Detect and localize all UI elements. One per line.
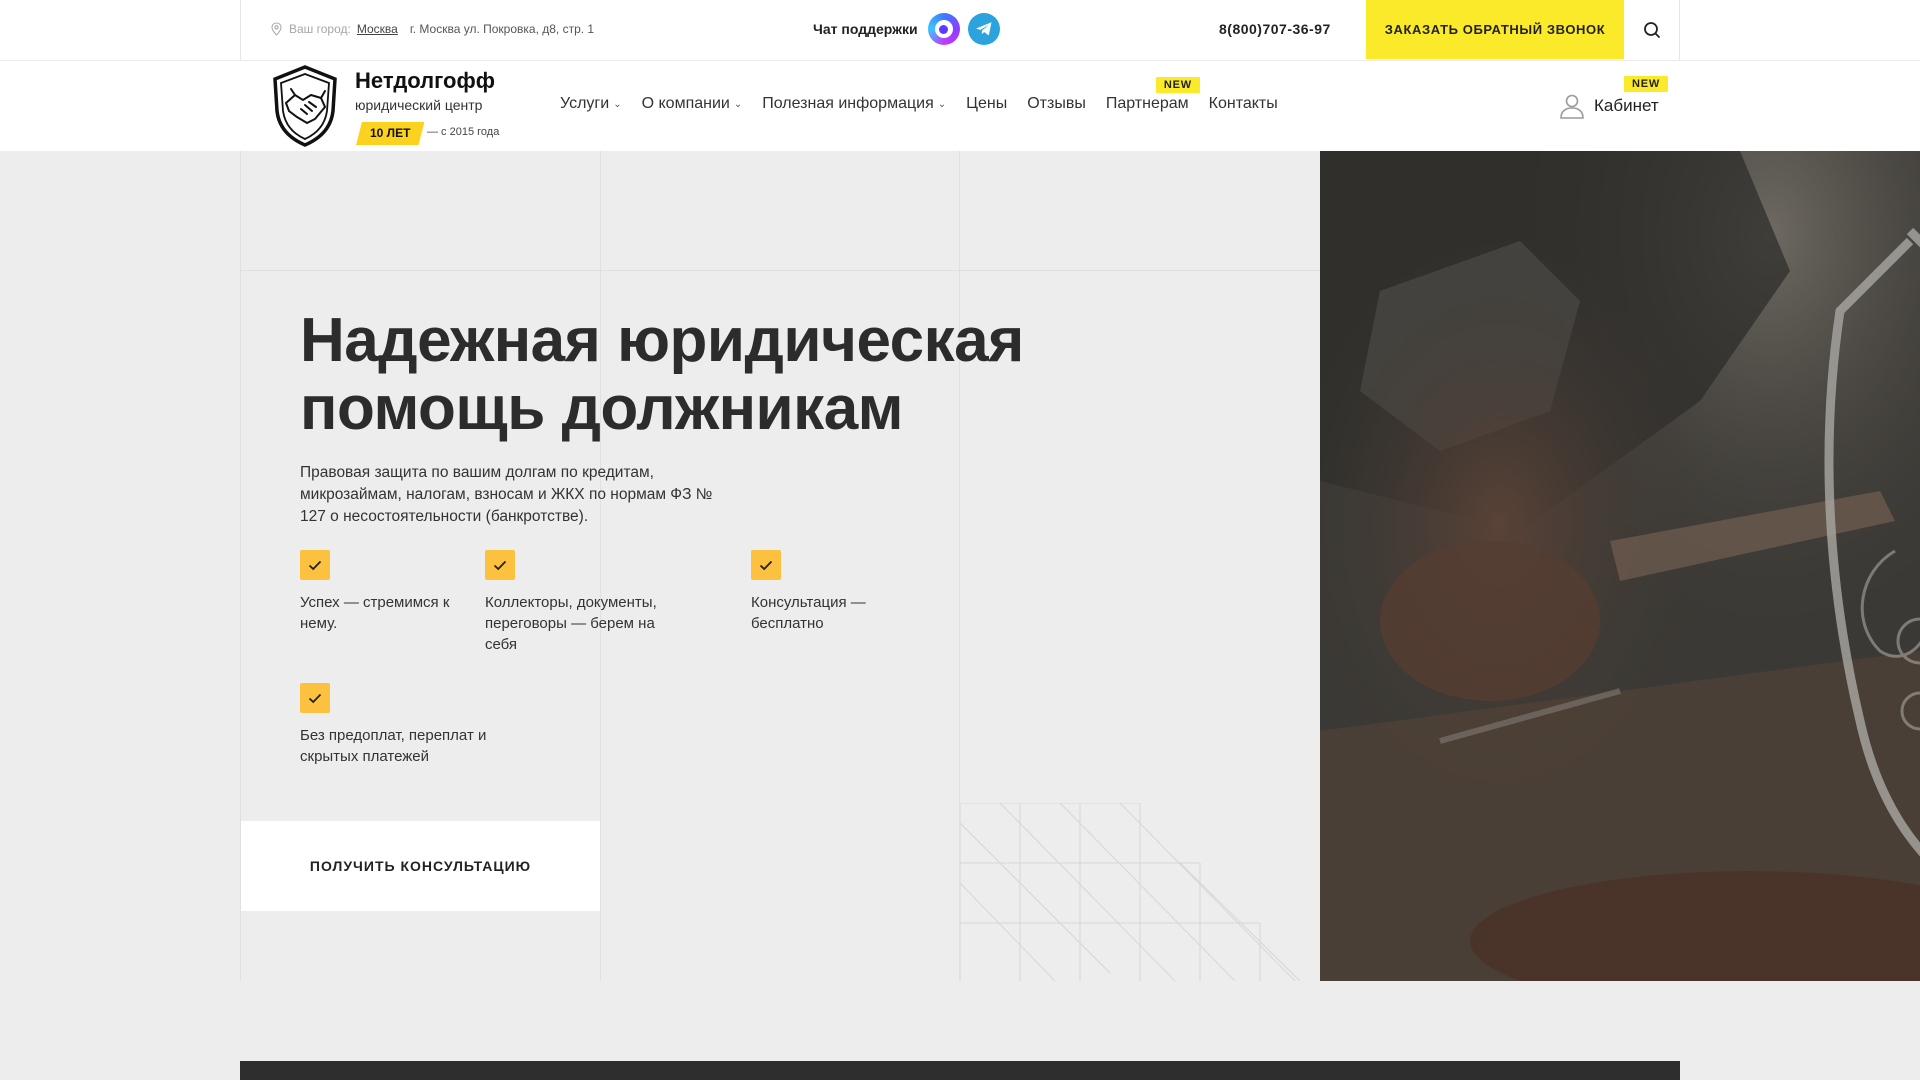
city-label: Ваш город: (289, 22, 351, 36)
grid-line (241, 270, 1320, 271)
nav-item-label: О компании (641, 95, 730, 112)
nav-item-label: Контакты (1208, 95, 1278, 112)
nav-item-label: Отзывы (1027, 95, 1086, 112)
feature-item: Без предоплат, переплат и скрытых платеж… (300, 683, 500, 767)
chat-app-icon[interactable] (927, 13, 960, 45)
cabinet-label: Кабинет (1594, 96, 1659, 115)
check-icon (751, 550, 781, 580)
support-chat: Чат поддержки (813, 13, 1000, 45)
nav-item-about[interactable]: О компании ⌄ (642, 95, 743, 113)
hero-title-line: помощь должникам (300, 374, 904, 443)
feature-text: Коллекторы, документы, переговоры — бере… (485, 594, 657, 653)
hero-description: Правовая защита по вашим долгам по креди… (300, 464, 713, 525)
search-icon[interactable] (1640, 18, 1664, 42)
user-icon (1560, 94, 1584, 119)
since-year: — с 2015 года (427, 126, 500, 138)
feature-text: Консультация — бесплатно (751, 594, 866, 632)
decorative-grid-pattern (960, 803, 1301, 981)
cabinet-link[interactable]: Кабинет NEW (1558, 76, 1669, 120)
hero-photo (1320, 151, 1920, 981)
chevron-down-icon: ⌄ (613, 98, 622, 110)
location-pin-icon (271, 22, 282, 36)
get-consultation-button[interactable]: ПОЛУЧИТЬ КОНСУЛЬТАЦИЮ (241, 821, 600, 911)
brand-name: Нетдолгофф (355, 68, 495, 93)
support-label: Чат поддержки (813, 21, 918, 37)
nav-item-label: Полезная информация (762, 95, 934, 112)
nav-item-prices[interactable]: Цены (966, 95, 1007, 113)
new-badge: NEW (1155, 77, 1200, 93)
main-nav: Услуги ⌄ О компании ⌄ Полезная информаци… (560, 77, 1278, 113)
lawyer-gavel-photo (1320, 151, 1920, 981)
shield-handshake-logo[interactable] (271, 65, 339, 147)
callback-button[interactable]: ЗАКАЗАТЬ ОБРАТНЫЙ ЗВОНОК (1366, 0, 1624, 59)
chevron-down-icon: ⌄ (937, 98, 947, 110)
telegram-plane-icon (975, 22, 992, 36)
nav-item-services[interactable]: Услуги ⌄ (560, 95, 622, 113)
feature-item: Успех — стремимся к нему. (300, 550, 450, 634)
chevron-down-icon: ⌄ (733, 98, 743, 110)
city-name-link[interactable]: Москва (357, 22, 398, 36)
hero-title-line: Надежная юридическая (300, 306, 1024, 375)
new-badge: NEW (1624, 76, 1669, 92)
hero-title: Надежная юридическая помощь должникам (300, 307, 1060, 443)
check-icon (300, 550, 330, 580)
office-address: г. Москва ул. Покровка, д8, стр. 1 (409, 22, 595, 36)
nav-item-label: Цены (966, 95, 1008, 112)
city-selector[interactable]: Ваш город: Москва г. Москва ул. Покровка… (270, 22, 594, 36)
phone-number[interactable]: 8(800)707-36-97 (1219, 21, 1331, 37)
nav-item-reviews[interactable]: Отзывы (1027, 95, 1086, 113)
feature-text: Без предоплат, переплат и скрытых платеж… (300, 727, 487, 765)
telegram-icon[interactable] (967, 13, 1000, 45)
nav-item-contacts[interactable]: Контакты (1209, 95, 1278, 113)
check-icon (300, 683, 330, 713)
check-icon (485, 550, 515, 580)
years-badge: 10 ЛЕТ (356, 122, 424, 145)
next-section-top (240, 1061, 1680, 1080)
nav-item-useful-info[interactable]: Полезная информация ⌄ (762, 95, 946, 113)
feature-text: Успех — стремимся к нему. (300, 594, 450, 632)
top-bar: Ваш город: Москва г. Москва ул. Покровка… (0, 0, 1920, 61)
nav-item-label: Партнерам (1105, 95, 1189, 112)
feature-item: Коллекторы, документы, переговоры — бере… (485, 550, 680, 655)
feature-item: Консультация — бесплатно (751, 550, 891, 634)
nav-item-partners[interactable]: Партнерам NEW (1105, 77, 1200, 113)
nav-item-label: Услуги (560, 95, 610, 112)
brand-subtitle: юридический центр (355, 97, 483, 113)
